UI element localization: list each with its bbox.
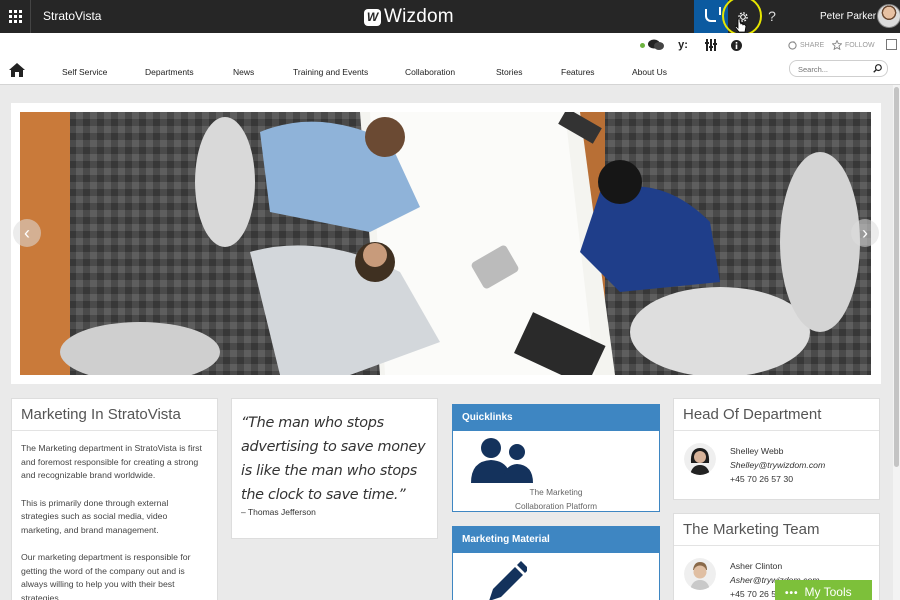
marketing-material-card: Marketing Material — [452, 526, 660, 600]
quicklinks-title: Quicklinks — [453, 405, 659, 431]
star-icon — [832, 40, 842, 50]
marketing-card-title: Marketing In StratoVista — [12, 399, 217, 431]
marketing-paragraph: This is primarily done through external … — [21, 497, 169, 535]
quote-card: “The man who stops advertising to save m… — [231, 398, 438, 539]
search-input[interactable] — [798, 64, 873, 74]
share-icon — [788, 40, 797, 50]
suite-bar: StratoVista W Wizdom ? Peter Parker — [0, 0, 900, 36]
site-name[interactable]: StratoVista — [30, 0, 150, 33]
nav-item-about-us[interactable]: About Us — [632, 58, 667, 85]
nav-item-news[interactable]: News — [233, 58, 254, 85]
follow-button[interactable]: FOLLOW — [832, 37, 875, 53]
pencil-icon[interactable] — [481, 559, 527, 600]
marketing-paragraph: The Marketing department in StratoVista … — [21, 443, 202, 480]
search-box — [789, 60, 888, 77]
more-dots-icon: ••• — [785, 588, 799, 599]
share-button[interactable]: SHARE — [788, 37, 824, 53]
person-avatar[interactable] — [684, 558, 716, 590]
settings-sliders-button[interactable] — [704, 37, 718, 53]
follow-label: FOLLOW — [845, 41, 875, 49]
nav-item-training-and-events[interactable]: Training and Events — [293, 58, 368, 85]
head-of-department-card: Head Of Department Shelley Webb Shelley@… — [673, 398, 880, 500]
home-icon[interactable] — [9, 63, 25, 77]
quote-text: “The man who stops advertising to save m… — [241, 415, 426, 503]
nav-item-collaboration[interactable]: Collaboration — [405, 58, 455, 85]
quote-author: – Thomas Jefferson — [241, 507, 316, 517]
my-tools-label: My Tools — [804, 585, 852, 599]
scrollbar-thumb[interactable] — [894, 87, 899, 467]
quicklinks-card: Quicklinks The Marketing Collaboration P… — [452, 404, 660, 512]
sliders-icon — [705, 39, 717, 51]
wizdom-logo-icon: W — [364, 8, 381, 26]
mouse-cursor-icon — [735, 18, 747, 33]
hero-image — [20, 112, 871, 375]
top-navigation: Self Service Departments News Training a… — [0, 58, 900, 85]
people-icon[interactable] — [471, 437, 537, 483]
person-name[interactable]: Shelley Webb — [730, 446, 783, 456]
marketing-card-body: The Marketing department in StratoVista … — [12, 431, 217, 600]
person-email[interactable]: Shelley@trywizdom.com — [730, 460, 825, 470]
info-button[interactable] — [729, 37, 743, 53]
carousel-prev-button[interactable]: ‹ — [13, 219, 41, 247]
yammer-button[interactable]: y: — [676, 37, 690, 53]
share-label: SHARE — [800, 41, 825, 49]
page-scrollbar[interactable] — [893, 85, 900, 600]
quicklink-caption-line1[interactable]: The Marketing — [453, 486, 659, 499]
waffle-icon — [8, 10, 22, 23]
marketing-intro-card: Marketing In StratoVista The Marketing d… — [11, 398, 218, 600]
info-icon — [730, 39, 742, 51]
team-card-title: The Marketing Team — [674, 514, 879, 546]
marketing-paragraph: Our marketing department is responsible … — [21, 552, 191, 600]
carousel-next-button[interactable]: › — [851, 219, 879, 247]
chat-bubbles-icon — [648, 39, 664, 50]
app-launcher-button[interactable] — [0, 0, 30, 33]
presence-dot — [640, 43, 645, 48]
marketing-material-title: Marketing Material — [453, 527, 659, 553]
head-card-title: Head Of Department — [674, 399, 879, 431]
action-bar: y: SHARE FOLLOW — [0, 33, 900, 58]
search-icon[interactable] — [873, 64, 882, 73]
user-avatar[interactable] — [877, 4, 900, 28]
focus-mode-icon[interactable] — [886, 39, 897, 50]
hook-icon — [705, 7, 721, 22]
help-button[interactable]: ? — [762, 0, 782, 33]
nav-item-departments[interactable]: Departments — [145, 58, 194, 85]
brand-text: Wizdom — [384, 6, 454, 27]
person-avatar[interactable] — [684, 443, 716, 475]
office-meeting-illustration — [20, 112, 871, 375]
person-name[interactable]: Asher Clinton — [730, 561, 782, 571]
quicklink-caption-line2[interactable]: Collaboration Platform — [453, 500, 659, 513]
nav-item-features[interactable]: Features — [561, 58, 595, 85]
person-phone: +45 70 26 57 30 — [730, 474, 794, 484]
my-tools-button[interactable]: ••• My Tools — [775, 580, 872, 600]
nav-item-self-service[interactable]: Self Service — [62, 58, 107, 85]
hero-carousel: ‹ › — [11, 103, 881, 384]
chat-button[interactable] — [647, 37, 665, 53]
brand-logo: W Wizdom — [364, 5, 454, 29]
user-name[interactable]: Peter Parker — [820, 0, 876, 33]
nav-item-stories[interactable]: Stories — [496, 58, 522, 85]
